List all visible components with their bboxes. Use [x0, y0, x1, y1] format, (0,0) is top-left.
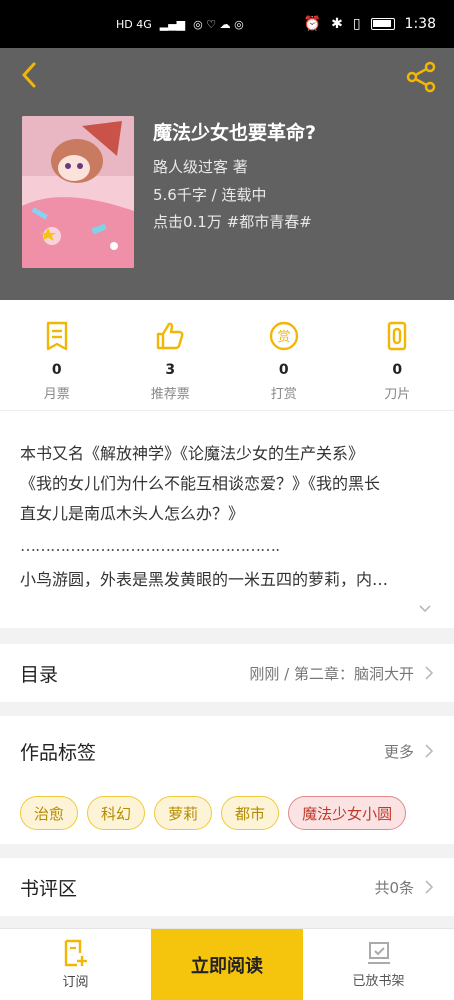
book-title: 魔法少女也要革命?: [153, 122, 317, 144]
reward-icon: 赏: [269, 321, 298, 351]
book-word-count-status: 5.6千字 / 连载中: [153, 186, 267, 204]
ticket-icon: [46, 321, 67, 351]
stat-blade[interactable]: 0 刀片: [341, 300, 454, 410]
stat-label: 月票: [43, 387, 70, 402]
clock: 1:38: [404, 16, 436, 32]
book-intro[interactable]: 本书又名《解放神学》《论魔法少女的生产关系》 《我的女儿们为什么不能互相谈恋爱？…: [0, 410, 454, 628]
tag-chip[interactable]: 都市: [221, 796, 280, 830]
intro-summary: 小鸟游圆，外表是黑发黄眼的一米五四的萝莉，内…: [20, 570, 389, 589]
toc-latest: 刚刚 / 第二章：脑洞大开: [249, 663, 434, 684]
app-notification-icons: ◎ ♡ ☁ ◎: [193, 17, 244, 31]
stat-count: 0: [392, 362, 403, 378]
stat-label: 推荐票: [150, 387, 190, 402]
vibrate-icon: ▯: [352, 16, 361, 32]
stat-recommend-ticket[interactable]: 3 推荐票: [114, 300, 228, 410]
toc-title: 目录: [20, 663, 59, 686]
thumbs-up-icon: [157, 322, 184, 350]
book-cover[interactable]: [22, 116, 134, 268]
chevron-left-icon: [22, 62, 36, 88]
toc-latest-chapter: 刚刚 / 第二章：脑洞大开: [249, 664, 414, 683]
stat-count: 0: [278, 362, 289, 378]
status-right: ⏰ ✱ ▯ 1:38: [304, 16, 436, 32]
tags-more-label: 更多: [383, 742, 414, 761]
book-clicks-genre: 点击0.1万 #都市青春#: [153, 213, 312, 231]
on-shelf-label: 已放书架: [352, 974, 405, 989]
chevron-right-icon: [425, 880, 434, 894]
reviews-title: 书评区: [20, 877, 78, 900]
tag-chip-special[interactable]: 魔法少女小圆: [288, 796, 407, 830]
stat-label: 刀片: [384, 387, 411, 402]
network-indicator: HD 4G: [116, 17, 152, 31]
tag-chip[interactable]: 治愈: [20, 796, 79, 830]
status-bar: HD 4G ▂▄▆ ◎ ♡ ☁ ◎ ⏰ ✱ ▯ 1:38: [0, 0, 454, 48]
blade-icon: [388, 321, 407, 351]
tags-title: 作品标签: [20, 741, 97, 764]
reviews-row[interactable]: 书评区 共0条: [0, 858, 454, 916]
signal-icon: ▂▄▆: [159, 17, 186, 31]
on-shelf-button[interactable]: 已放书架: [303, 929, 454, 1000]
stats-bar: 0 月票 3 推荐票 赏 0 打赏 0 刀片: [0, 300, 454, 410]
book-author[interactable]: 路人级过客 著: [153, 156, 248, 177]
book-header: 魔法少女也要革命? 路人级过客 著 5.6千字 / 连载中 点击0.1万 #都市…: [0, 48, 454, 300]
stat-count: 3: [165, 362, 176, 378]
intro-line: 直女儿是南瓜木头人怎么办？》: [20, 504, 245, 523]
toc-row[interactable]: 目录 刚刚 / 第二章：脑洞大开: [0, 644, 454, 702]
stat-count: 0: [51, 362, 62, 378]
bluetooth-icon: ✱: [331, 16, 343, 32]
share-button[interactable]: [404, 60, 438, 94]
chevron-right-icon: [425, 744, 434, 758]
bottom-action-bar: 订阅 立即阅读 已放书架: [0, 928, 454, 1000]
read-now-button[interactable]: 立即阅读: [151, 929, 303, 1000]
status-left-icons: HD 4G ▂▄▆ ◎ ♡ ☁ ◎: [116, 18, 244, 31]
stat-monthly-ticket[interactable]: 0 月票: [0, 300, 114, 410]
alarm-icon: ⏰: [303, 16, 322, 32]
tags-more-button[interactable]: 更多: [384, 741, 434, 762]
reviews-count-label: 共0条: [374, 878, 414, 897]
subscribe-label: 订阅: [62, 975, 89, 990]
intro-divider-dots: ……………………………………………………………: [20, 536, 282, 555]
chevron-right-icon: [425, 666, 434, 680]
share-icon: [406, 61, 436, 93]
bookshelf-check-icon: [367, 942, 390, 964]
cover-illustration: [22, 116, 134, 268]
back-button[interactable]: [14, 60, 44, 90]
stat-label: 打赏: [270, 387, 297, 402]
intro-line: 《我的女儿们为什么不能互相谈恋爱？》《我的黑长: [20, 474, 381, 493]
battery-icon: [370, 18, 395, 30]
intro-line: 本书又名《解放神学》《论魔法少女的生产关系》: [20, 444, 365, 463]
read-now-label: 立即阅读: [191, 955, 263, 977]
subscribe-button[interactable]: 订阅: [0, 929, 151, 1000]
tags-header-row: 作品标签 更多: [0, 716, 454, 786]
subscribe-icon: [64, 939, 87, 967]
stat-reward[interactable]: 赏 0 打赏: [227, 300, 341, 410]
tag-chip[interactable]: 科幻: [87, 796, 146, 830]
tag-chip[interactable]: 萝莉: [154, 796, 213, 830]
svg-text:赏: 赏: [277, 330, 290, 345]
chevron-down-icon[interactable]: [418, 602, 432, 616]
tag-list: 治愈 科幻 萝莉 都市 魔法少女小圆: [0, 786, 454, 844]
reviews-count: 共0条: [374, 877, 434, 898]
